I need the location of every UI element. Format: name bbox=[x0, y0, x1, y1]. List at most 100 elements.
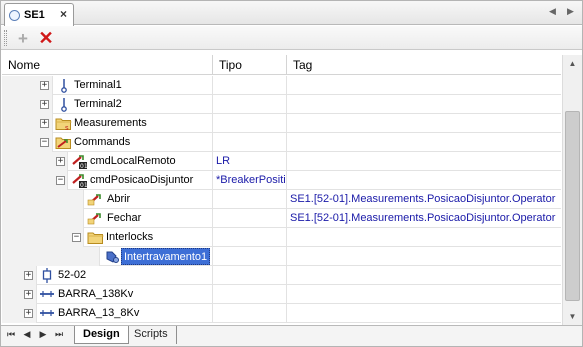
tree-row-commands[interactable]: − Commands bbox=[2, 133, 561, 152]
cell-tipo[interactable]: LR bbox=[213, 152, 287, 171]
cell-nome: + 52-02 bbox=[2, 266, 213, 285]
breaker-icon bbox=[39, 268, 55, 283]
cell-nome: − Commands bbox=[2, 133, 213, 152]
cell-nome: + Terminal2 bbox=[2, 95, 213, 114]
prev-tab-icon[interactable]: ◀ bbox=[22, 329, 32, 340]
cell-tipo[interactable] bbox=[213, 209, 287, 228]
cell-tipo[interactable] bbox=[213, 247, 287, 266]
cell-tipo[interactable] bbox=[213, 228, 287, 247]
command-value-icon bbox=[87, 211, 103, 226]
expand-icon[interactable]: + bbox=[24, 290, 33, 299]
tree-row-measurements[interactable]: + s Measurements bbox=[2, 114, 561, 133]
cell-tag[interactable] bbox=[287, 133, 561, 152]
cell-tipo[interactable] bbox=[213, 133, 287, 152]
cell-tipo[interactable] bbox=[213, 76, 287, 95]
cell-tipo[interactable] bbox=[213, 95, 287, 114]
measurements-folder-icon: s bbox=[55, 116, 72, 132]
cell-nome: + BARRA_138Kv bbox=[2, 285, 213, 304]
delete-button[interactable]: ✕ bbox=[36, 28, 56, 48]
terminal-icon bbox=[56, 78, 72, 93]
node-label: Interlocks bbox=[106, 231, 154, 243]
command-icon: 01 bbox=[71, 154, 88, 170]
cell-tipo[interactable]: *BreakerPositi bbox=[213, 171, 287, 190]
add-button[interactable]: + bbox=[13, 28, 33, 48]
cell-tag[interactable] bbox=[287, 171, 561, 190]
cell-tipo[interactable] bbox=[213, 114, 287, 133]
tree-row-terminal2[interactable]: + Terminal2 bbox=[2, 95, 561, 114]
tree-row-cmdlocalremoto[interactable]: + 01 cmdLocalRemoto LR bbox=[2, 152, 561, 171]
cell-tag[interactable]: SE1.[52-01].Measurements.PosicaoDisjunto… bbox=[287, 190, 561, 209]
next-tab-icon[interactable]: ▶ bbox=[38, 329, 48, 340]
cell-tag[interactable] bbox=[287, 114, 561, 133]
tree-row-abrir[interactable]: Abrir SE1.[52-01].Measurements.PosicaoDi… bbox=[2, 190, 561, 209]
busbar-icon bbox=[39, 287, 55, 302]
cell-tag[interactable] bbox=[287, 152, 561, 171]
cell-tipo[interactable] bbox=[213, 190, 287, 209]
last-tab-icon[interactable]: ⏭ bbox=[54, 329, 64, 340]
cell-tag[interactable] bbox=[287, 266, 561, 285]
cell-tag[interactable] bbox=[287, 247, 561, 266]
commands-folder-icon bbox=[55, 135, 71, 150]
tree-row-52-02[interactable]: + 52-02 bbox=[2, 266, 561, 285]
expand-icon[interactable]: + bbox=[24, 271, 33, 280]
collapse-icon[interactable]: − bbox=[72, 233, 81, 242]
cell-tag[interactable]: SE1.[52-01].Measurements.PosicaoDisjunto… bbox=[287, 209, 561, 228]
cell-nome: + s Measurements bbox=[2, 114, 213, 133]
tree-row-fechar[interactable]: Fechar SE1.[52-01].Measurements.PosicaoD… bbox=[2, 209, 561, 228]
busbar-icon bbox=[39, 306, 55, 321]
cell-tag[interactable] bbox=[287, 304, 561, 323]
node-label: Terminal2 bbox=[74, 98, 122, 110]
tree-row-interlocks[interactable]: − Interlocks bbox=[2, 228, 561, 247]
node-label: Measurements bbox=[74, 117, 147, 129]
cell-tag[interactable] bbox=[287, 95, 561, 114]
node-label-selected: Intertravamento1 bbox=[121, 248, 211, 265]
tree-row-cmdposicaodisjuntor[interactable]: − 01 cmdPosicaoDisjuntor *BreakerPositi bbox=[2, 171, 561, 190]
document-icon bbox=[9, 9, 20, 21]
tab-scroll-left-icon[interactable]: ◀ bbox=[549, 6, 556, 17]
expand-icon[interactable]: + bbox=[56, 157, 65, 166]
collapse-icon[interactable]: − bbox=[40, 138, 49, 147]
tree-row-intertravamento1[interactable]: Intertravamento1 bbox=[2, 247, 561, 266]
vertical-scrollbar[interactable]: ▲ ▼ bbox=[562, 55, 582, 325]
collapse-icon[interactable]: − bbox=[56, 176, 65, 185]
column-header-tag[interactable]: Tag bbox=[287, 55, 561, 75]
cell-nome: − 01 cmdPosicaoDisjuntor bbox=[2, 171, 213, 190]
terminal-icon bbox=[56, 97, 72, 112]
node-label: BARRA_138Kv bbox=[58, 288, 134, 300]
tab-se1[interactable]: SE1 × bbox=[4, 3, 74, 26]
node-label: cmdPosicaoDisjuntor bbox=[90, 174, 194, 186]
scroll-down-icon[interactable]: ▼ bbox=[563, 308, 582, 325]
tree-grid: + Terminal1 + Terminal2 + s Measurements… bbox=[2, 76, 561, 325]
cell-tag[interactable] bbox=[287, 285, 561, 304]
expand-icon[interactable]: + bbox=[24, 309, 33, 318]
node-label: cmdLocalRemoto bbox=[90, 155, 176, 167]
cell-tipo[interactable] bbox=[213, 266, 287, 285]
cell-tipo[interactable] bbox=[213, 285, 287, 304]
node-label: BARRA_13_8Kv bbox=[58, 307, 140, 319]
svg-text:01: 01 bbox=[80, 163, 88, 169]
tree-row-barra-13-8kv[interactable]: + BARRA_13_8Kv bbox=[2, 304, 561, 323]
toolbar: + ✕ bbox=[1, 26, 582, 50]
cell-tipo[interactable] bbox=[213, 304, 287, 323]
cell-nome: Intertravamento1 bbox=[2, 247, 213, 266]
tab-design[interactable]: Design bbox=[74, 326, 129, 344]
close-tab-icon[interactable]: × bbox=[60, 7, 67, 21]
expand-icon[interactable]: + bbox=[40, 119, 49, 128]
scroll-up-icon[interactable]: ▲ bbox=[563, 55, 582, 72]
tree-row-terminal1[interactable]: + Terminal1 bbox=[2, 76, 561, 95]
expand-icon[interactable]: + bbox=[40, 100, 49, 109]
bottom-tabbar: ⏮ ◀ ▶ ⏭ Design Scripts bbox=[1, 325, 582, 346]
cell-tag[interactable] bbox=[287, 76, 561, 95]
interlocks-folder-icon bbox=[87, 230, 104, 245]
column-header-tipo[interactable]: Tipo bbox=[213, 55, 287, 75]
node-label: 52-02 bbox=[58, 269, 87, 281]
tree-row-barra-138kv[interactable]: + BARRA_138Kv bbox=[2, 285, 561, 304]
first-tab-icon[interactable]: ⏮ bbox=[6, 329, 16, 340]
scrollbar-thumb[interactable] bbox=[565, 111, 580, 301]
column-header-nome[interactable]: Nome bbox=[2, 55, 213, 75]
tab-scripts[interactable]: Scripts bbox=[126, 326, 177, 344]
cell-tag[interactable] bbox=[287, 228, 561, 247]
expand-icon[interactable]: + bbox=[40, 81, 49, 90]
cell-nome: + 01 cmdLocalRemoto bbox=[2, 152, 213, 171]
tab-scroll-right-icon[interactable]: ▶ bbox=[567, 6, 574, 17]
